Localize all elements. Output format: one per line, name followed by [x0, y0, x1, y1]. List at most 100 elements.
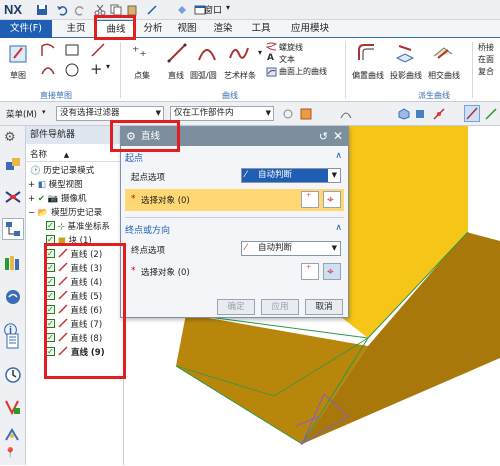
visibility-checkbox[interactable] — [46, 219, 55, 233]
repeat-command-icon[interactable] — [176, 4, 188, 16]
line-tool-icon[interactable] — [166, 42, 188, 64]
roles-icon[interactable] — [4, 398, 22, 416]
crosshair-button[interactable]: ⌖ — [323, 263, 341, 280]
reuse-library-icon[interactable] — [4, 254, 22, 272]
tree-item-datum-csys[interactable]: ⊹ 基准坐标系 — [46, 219, 110, 234]
composite-label[interactable]: 复合 — [478, 66, 494, 77]
helix-icon[interactable] — [266, 42, 277, 53]
tree-item-model-history[interactable]: − 📂 模型历史记录 — [28, 206, 102, 220]
sketch-line-icon[interactable] — [90, 42, 106, 58]
expand-plus-icon[interactable]: + — [28, 180, 35, 190]
web-browser-icon[interactable] — [4, 288, 22, 306]
sketch-icon[interactable] — [8, 42, 32, 66]
intersect-curve-label: 相交曲线 — [428, 71, 460, 80]
crosshair-button[interactable]: ⌖ — [323, 191, 341, 208]
crosshair-icon: ⌖ — [327, 192, 334, 206]
command-finder-icon[interactable] — [146, 4, 158, 16]
expand-plus-icon[interactable]: + — [28, 194, 35, 204]
point-dialog-button[interactable]: ⁺ — [301, 263, 319, 280]
tab-view[interactable]: 视图 — [172, 20, 202, 38]
arc-circle-icon[interactable] — [196, 42, 218, 64]
menu-chevron-icon[interactable]: ▾ — [42, 108, 46, 116]
in-face-label[interactable]: 在面 — [478, 54, 494, 65]
history-palette-icon[interactable] — [4, 332, 22, 350]
tree-item-label: 模型历史记录 — [51, 208, 103, 218]
text-label[interactable]: 文本 — [279, 54, 295, 65]
tab-tools[interactable]: 工具 — [246, 20, 276, 38]
gear-icon[interactable]: ⚙ — [4, 130, 22, 148]
tab-analysis[interactable]: 分析 — [138, 20, 168, 38]
save-icon[interactable] — [36, 4, 48, 16]
collapse-minus-icon[interactable]: − — [28, 208, 35, 218]
end-section-title[interactable]: 终点或方向 — [125, 223, 170, 236]
start-option-dropdown[interactable]: 自动判断 ⁄ ▼ — [241, 168, 341, 183]
undo-icon[interactable] — [56, 4, 68, 16]
ok-button[interactable]: 确定 — [217, 299, 255, 315]
line-snap-toggle[interactable] — [464, 105, 480, 122]
close-icon[interactable]: ✕ — [333, 127, 343, 146]
end-select-object-row[interactable]: * 选择对象 (0) ⁺ ⌖ — [125, 261, 344, 283]
end-option-dropdown[interactable]: ⁄ 自动判断 ▼ — [241, 241, 341, 256]
curve-more-chevron-icon[interactable]: ▾ — [258, 48, 262, 57]
text-icon[interactable]: A — [267, 53, 274, 63]
curve-rule-icon[interactable] — [340, 108, 352, 120]
tab-applications[interactable]: 应用模块 — [282, 20, 338, 38]
sketch-label: 草图 — [10, 71, 26, 80]
curve-on-surface-label[interactable]: 曲面上的曲线 — [279, 66, 327, 77]
start-point-section-title[interactable]: 起点 — [125, 151, 143, 164]
select-all-icon[interactable] — [300, 108, 312, 120]
tree-item-model-views[interactable]: + ◧ 模型视图 — [28, 178, 83, 192]
reset-icon[interactable]: ↺ — [319, 127, 328, 146]
clock-icon[interactable] — [4, 366, 22, 384]
more-sketch-chevron-icon[interactable]: ▾ — [106, 62, 110, 71]
collapse-start-icon[interactable]: ∧ — [335, 151, 342, 161]
chevron-down-icon: ▼ — [331, 171, 337, 179]
offset-curve-icon[interactable] — [356, 42, 378, 64]
snap-point-icon[interactable] — [432, 107, 446, 121]
helix-label[interactable]: 螺旋线 — [279, 42, 303, 53]
profile-icon[interactable] — [40, 42, 56, 58]
end-option-value: 自动判断 — [258, 243, 293, 253]
system-materials-icon[interactable] — [4, 426, 22, 444]
window-menu-chevron-icon[interactable]: ▾ — [226, 3, 230, 12]
line-snap-icon — [466, 107, 478, 120]
snap-icon[interactable] — [282, 108, 294, 120]
rectangle-icon[interactable] — [64, 42, 80, 58]
start-select-object-row[interactable]: * 选择对象 (0) ⁺ ⌖ — [125, 189, 344, 211]
curve-on-surface-icon[interactable] — [266, 66, 277, 77]
section-divider — [125, 217, 344, 218]
redo-icon[interactable] — [74, 4, 86, 16]
tab-file[interactable]: 文件(F) — [0, 20, 52, 38]
intersect-curve-icon[interactable] — [432, 42, 454, 64]
circle-icon[interactable] — [64, 62, 80, 78]
shaded-icon[interactable] — [414, 108, 426, 120]
selection-scope-dropdown[interactable]: 仅在工作部件内 ▼ — [170, 106, 274, 121]
window-menu[interactable]: 窗口 — [204, 3, 222, 16]
selection-filter-dropdown[interactable]: 没有选择过滤器 ▼ — [56, 106, 164, 121]
cancel-button[interactable]: 取消 — [305, 299, 343, 315]
project-curve-icon[interactable] — [394, 42, 416, 64]
curve-snap-icon[interactable] — [484, 107, 498, 121]
tree-item-cameras[interactable]: + ✔ 📷 摄像机 — [28, 192, 86, 206]
point-set-icon[interactable]: ⁺₊ — [132, 44, 147, 60]
point-dialog-button[interactable]: ⁺ — [301, 191, 319, 208]
menu-button[interactable]: 菜单(M) — [6, 108, 37, 120]
ribbon-separator — [120, 42, 121, 98]
tab-home[interactable]: 主页 — [58, 20, 94, 38]
ribbon-tabs: 文件(F) 主页 曲线 分析 视图 渲染 工具 应用模块 — [0, 20, 500, 38]
part-navigator-tab[interactable] — [2, 218, 24, 240]
point-plus-icon[interactable]: + — [90, 60, 103, 78]
bridge-label[interactable]: 桥接 — [478, 42, 494, 53]
sketch-arc-icon[interactable] — [40, 62, 56, 78]
assembly-navigator-icon[interactable] — [4, 156, 22, 174]
tree-item-history-mode[interactable]: 🕑 历史记录模式 — [30, 164, 94, 178]
constraint-navigator-icon[interactable] — [4, 188, 22, 206]
chevron-down-icon: ▼ — [155, 109, 161, 117]
art-spline-icon[interactable] — [228, 42, 250, 64]
pin-icon[interactable]: 📍 — [4, 448, 22, 466]
apply-button[interactable]: 应用 — [261, 299, 299, 315]
view-cube-icon[interactable] — [398, 108, 410, 120]
collapse-end-icon[interactable]: ∧ — [335, 223, 342, 233]
arc-circle-label: 圆弧/圆 — [190, 71, 217, 80]
tab-render[interactable]: 渲染 — [208, 20, 238, 38]
